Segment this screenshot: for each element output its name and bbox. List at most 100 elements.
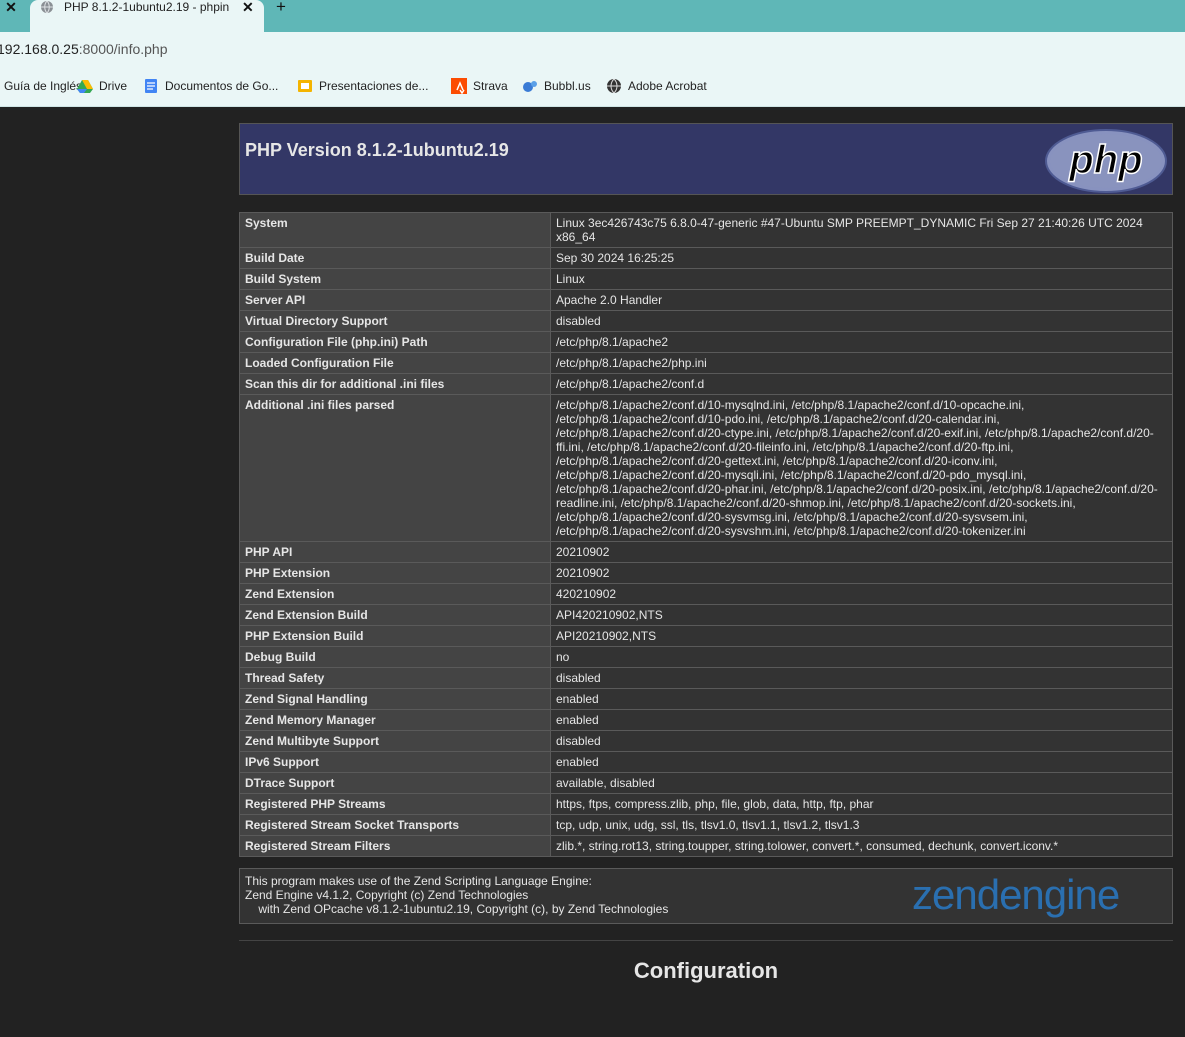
bookmark-guia-ingles[interactable]: Guía de Inglés: [0, 78, 82, 94]
bookmark-label: Drive: [99, 79, 128, 93]
row-key: Additional .ini files parsed: [239, 394, 551, 542]
row-value: /etc/php/8.1/apache2/php.ini: [550, 352, 1173, 374]
table-row: Zend Extension Build API420210902,NTS: [239, 604, 1173, 626]
row-key: Loaded Configuration File: [239, 352, 551, 374]
close-tab-icon[interactable]: ✕: [0, 0, 22, 22]
table-row: Registered Stream Socket Transports tcp, …: [239, 814, 1173, 836]
row-value: Sep 30 2024 16:25:25: [550, 247, 1173, 269]
table-row: Server API Apache 2.0 Handler: [239, 289, 1173, 311]
bubblus-icon: [523, 81, 537, 92]
row-key: PHP Extension Build: [239, 625, 551, 647]
table-row: Build System Linux: [239, 268, 1173, 290]
row-key: Zend Memory Manager: [239, 709, 551, 731]
table-row: Zend Memory Manager enabled: [239, 709, 1173, 731]
row-key: System: [239, 212, 551, 248]
table-row: PHP Extension 20210902: [239, 562, 1173, 584]
tab-strip: ✕ PHP 8.1.2-1ubuntu2.19 - phpinfo() ✕ +: [0, 0, 1185, 32]
url-text[interactable]: 192.168.0.25:8000/info.php: [0, 41, 168, 57]
row-key: Virtual Directory Support: [239, 310, 551, 332]
bookmark-label: Presentaciones de...: [319, 79, 429, 93]
bookmark-drive[interactable]: Drive: [77, 78, 127, 94]
bookmark-label: Strava: [473, 79, 508, 93]
row-value: enabled: [550, 751, 1173, 773]
row-value: https, ftps, compress.zlib, php, file, g…: [550, 793, 1173, 815]
row-value: /etc/php/8.1/apache2/conf.d/10-mysqlnd.i…: [550, 394, 1173, 542]
strava-icon: [451, 78, 467, 94]
new-tab-button[interactable]: +: [276, 0, 286, 15]
table-row: Registered PHP Streams https, ftps, compr…: [239, 793, 1173, 815]
table-row: PHP API 20210902: [239, 541, 1173, 563]
row-key: Scan this dir for additional .ini files: [239, 373, 551, 395]
row-value: API20210902,NTS: [550, 625, 1173, 647]
row-key: Configuration File (php.ini) Path: [239, 331, 551, 353]
table-row: Zend Multibyte Support disabled: [239, 730, 1173, 752]
row-key: Build Date: [239, 247, 551, 269]
drive-icon: [77, 80, 93, 93]
row-value: 20210902: [550, 562, 1173, 584]
row-key: Zend Extension Build: [239, 604, 551, 626]
table-row: Zend Extension 420210902: [239, 583, 1173, 605]
row-value: API420210902,NTS: [550, 604, 1173, 626]
url-path: :8000/info.php: [78, 41, 168, 57]
info-table: System Linux 3ec426743c75 6.8.0-47-generi…: [239, 212, 1173, 857]
row-key: Server API: [239, 289, 551, 311]
table-row: DTrace Support available, disabled: [239, 772, 1173, 794]
zend-engine-box: This program makes use of the Zend Scrip…: [239, 868, 1173, 924]
slides-icon: [298, 80, 312, 92]
bookmark-presentaciones[interactable]: Presentaciones de...: [297, 78, 428, 94]
php-logo[interactable]: php: [1045, 129, 1167, 193]
tab-title: PHP 8.1.2-1ubuntu2.19 - phpinfo(): [64, 0, 229, 14]
row-value: enabled: [550, 688, 1173, 710]
table-row: Virtual Directory Support disabled: [239, 310, 1173, 332]
row-value: disabled: [550, 667, 1173, 689]
bookmark-strava[interactable]: Strava: [451, 78, 508, 94]
row-key: Debug Build: [239, 646, 551, 668]
row-value: 420210902: [550, 583, 1173, 605]
table-row: Scan this dir for additional .ini files /…: [239, 373, 1173, 395]
row-value: /etc/php/8.1/apache2: [550, 331, 1173, 353]
zend-credits: This program makes use of the Zend Scrip…: [245, 874, 669, 916]
row-value: Linux: [550, 268, 1173, 290]
table-row: Configuration File (php.ini) Path/etc/ph…: [239, 331, 1173, 353]
zend-logo-text: zendengine: [912, 871, 1119, 918]
row-key: IPv6 Support: [239, 751, 551, 773]
row-key: PHP Extension: [239, 562, 551, 584]
table-row: Thread Safety disabled: [239, 667, 1173, 689]
row-key: Zend Signal Handling: [239, 688, 551, 710]
row-value: Linux 3ec426743c75 6.8.0-47-generic #47-…: [550, 212, 1173, 248]
phpinfo-container: PHP Version 8.1.2-1ubuntu2.19 php System…: [239, 123, 1173, 984]
bookmark-documentos[interactable]: Documentos de Go...: [143, 78, 278, 94]
row-key: DTrace Support: [239, 772, 551, 794]
zend-engine-logo[interactable]: zendengine: [912, 871, 1167, 921]
row-value: available, disabled: [550, 772, 1173, 794]
bookmark-label: Adobe Acrobat: [628, 79, 707, 93]
bookmark-adobe-acrobat[interactable]: Adobe Acrobat: [606, 78, 707, 94]
globe-icon: [41, 0, 53, 14]
row-key: Thread Safety: [239, 667, 551, 689]
page-content: PHP Version 8.1.2-1ubuntu2.19 php System…: [0, 107, 1185, 1037]
row-key: Zend Extension: [239, 583, 551, 605]
bookmark-label: Documentos de Go...: [165, 79, 279, 93]
row-value: disabled: [550, 730, 1173, 752]
table-row: Registered Stream Filters zlib.*, string.…: [239, 835, 1173, 857]
row-key: Build System: [239, 268, 551, 290]
php-version-header: PHP Version 8.1.2-1ubuntu2.19 php: [239, 123, 1173, 195]
row-key: Zend Multibyte Support: [239, 730, 551, 752]
table-row: IPv6 Support enabled: [239, 751, 1173, 773]
row-value: disabled: [550, 310, 1173, 332]
address-bar[interactable]: 192.168.0.25:8000/info.php: [0, 32, 1185, 66]
table-row: Loaded Configuration File/etc/php/8.1/ap…: [239, 352, 1173, 374]
docs-icon: [145, 79, 157, 93]
close-icon[interactable]: ✕: [242, 0, 254, 14]
row-value: 20210902: [550, 541, 1173, 563]
bookmark-bubblus[interactable]: Bubbl.us: [522, 78, 591, 94]
row-key: Registered PHP Streams: [239, 793, 551, 815]
bookmarks-bar: Guía de Inglés Drive Documentos de Go...…: [0, 66, 1185, 107]
row-value: /etc/php/8.1/apache2/conf.d: [550, 373, 1173, 395]
tab-active[interactable]: PHP 8.1.2-1ubuntu2.19 - phpinfo() ✕: [30, 0, 264, 32]
table-row: Additional .ini files parsed/etc/php/8.1…: [239, 394, 1173, 542]
row-value: enabled: [550, 709, 1173, 731]
row-value: no: [550, 646, 1173, 668]
row-key: Registered Stream Filters: [239, 835, 551, 857]
bookmark-label: Bubbl.us: [544, 79, 591, 93]
